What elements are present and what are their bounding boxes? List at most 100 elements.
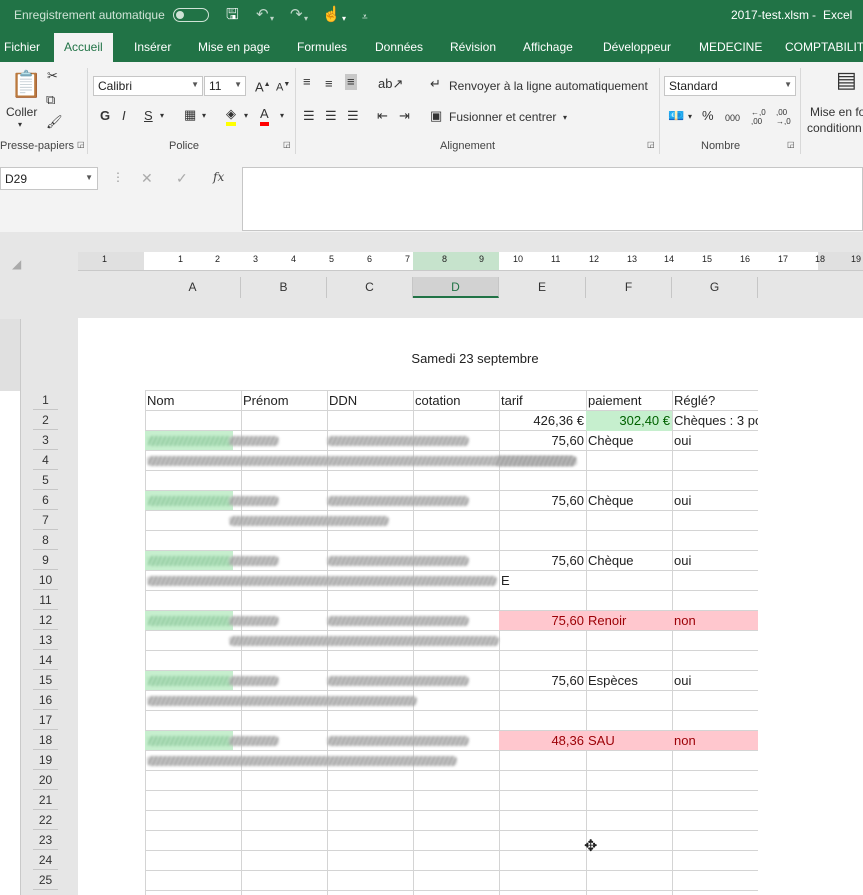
row-header[interactable]: 24 — [33, 850, 58, 870]
tarif-cell[interactable]: 75,60 — [499, 611, 586, 631]
tarif-cell[interactable]: 75,60 — [499, 491, 586, 511]
increase-indent-icon[interactable]: ⇥ — [399, 108, 410, 124]
cut-icon[interactable]: ✂ — [47, 68, 58, 84]
header-cell[interactable]: Prénom — [241, 391, 327, 411]
shrink-font-icon[interactable]: A▼ — [276, 77, 290, 96]
tab-revision[interactable]: Révision — [450, 40, 496, 54]
column-header-g[interactable]: G — [672, 277, 758, 298]
wrap-text-icon[interactable]: ↵ — [430, 76, 441, 92]
cancel-formula-button[interactable]: ✕ — [141, 170, 153, 187]
touch-mode-icon[interactable]: ☝ — [322, 6, 341, 23]
row-header[interactable]: 23 — [33, 830, 58, 850]
thousands-button[interactable]: 000 — [725, 110, 740, 126]
row-header[interactable]: 10 — [33, 570, 58, 590]
paste-icon[interactable]: 📋 — [10, 70, 42, 98]
row-header[interactable]: 25 — [33, 870, 58, 890]
row-header[interactable]: 4 — [33, 450, 58, 470]
chevron-down-icon[interactable]: ▼ — [85, 173, 93, 182]
header-cell[interactable]: Réglé? — [672, 391, 758, 411]
row-header[interactable]: 17 — [33, 710, 58, 730]
formula-input[interactable] — [242, 167, 863, 231]
customize-toolbar-icon[interactable]: ⩡ — [362, 9, 368, 26]
font-color-icon[interactable]: A — [260, 106, 269, 126]
row-header[interactable]: 12 — [33, 610, 58, 630]
row-header[interactable]: 8 — [33, 530, 58, 550]
row-header[interactable]: 15 — [33, 670, 58, 690]
tab-mise-en-page[interactable]: Mise en page — [198, 40, 270, 54]
header-cell[interactable]: tarif — [499, 391, 586, 411]
header-cell[interactable]: Nom — [145, 391, 241, 411]
row-header[interactable]: 6 — [33, 490, 58, 510]
paiement-cell[interactable]: Renoir — [586, 611, 672, 631]
row-header[interactable]: 3 — [33, 430, 58, 450]
conditional-format-icon[interactable]: ▤ — [836, 68, 857, 92]
row-header[interactable]: 1 — [33, 390, 58, 410]
regle-cell[interactable]: oui — [672, 551, 758, 571]
tarif-cell[interactable]: 75,60 — [499, 671, 586, 691]
conditional-format-line1[interactable]: Mise en fo — [810, 105, 863, 119]
number-launcher-icon[interactable]: ◲ — [787, 140, 795, 149]
touch-dropdown-icon[interactable]: ▾ — [342, 10, 346, 27]
number-format-combo[interactable]: Standard ▼ — [664, 76, 796, 96]
align-middle-icon[interactable]: ≡ — [325, 76, 333, 92]
merge-center-button[interactable]: Fusionner et centrer — [449, 110, 556, 124]
tab-medecine[interactable]: MEDECINE — [699, 40, 762, 54]
column-header-f[interactable]: F — [586, 277, 672, 298]
enter-formula-button[interactable]: ✓ — [176, 170, 188, 187]
borders-dropdown-icon[interactable]: ▾ — [202, 108, 206, 124]
font-launcher-icon[interactable]: ◲ — [283, 140, 291, 149]
column-header-e[interactable]: E — [499, 277, 586, 298]
decrease-decimal-button[interactable]: ,00 →,0 — [776, 108, 796, 126]
underline-button[interactable]: S — [144, 108, 153, 124]
undo-icon[interactable]: ↶ — [256, 6, 269, 23]
regle-cell[interactable]: oui — [672, 671, 758, 691]
paiement-cell[interactable]: Chèque — [586, 491, 672, 511]
spreadsheet-grid[interactable]: Nom Prénom DDN cotation tarif paiement Réglé? 4… — [145, 390, 758, 895]
italic-button[interactable]: I — [122, 108, 126, 124]
regle-cell[interactable]: oui — [672, 431, 758, 451]
row10-overflow-cell[interactable]: E — [499, 571, 586, 591]
row-header[interactable]: 13 — [33, 630, 58, 650]
align-top-icon[interactable]: ≡ — [303, 74, 311, 90]
column-header-b[interactable]: B — [241, 277, 327, 298]
save-icon[interactable]: 🖫 — [226, 6, 239, 23]
regle-cell[interactable]: non — [672, 731, 758, 751]
percent-button[interactable]: % — [702, 108, 714, 124]
redo-dropdown-icon[interactable]: ▾ — [304, 10, 308, 27]
paiement-cell[interactable]: SAU — [586, 731, 672, 751]
total-paiement-cell[interactable]: 302,40 € — [586, 411, 672, 431]
select-all-icon[interactable]: ◢ — [12, 257, 21, 271]
row-header[interactable]: 5 — [33, 470, 58, 490]
row-header[interactable]: 16 — [33, 690, 58, 710]
header-cell[interactable]: cotation — [413, 391, 499, 411]
tarif-cell[interactable]: 75,60 — [499, 551, 586, 571]
paste-label[interactable]: Coller — [6, 105, 37, 119]
font-color-dropdown-icon[interactable]: ▾ — [280, 108, 284, 124]
insert-function-button[interactable]: fx — [213, 170, 224, 184]
tab-fichier[interactable]: Fichier — [4, 40, 40, 54]
name-box[interactable]: D29 ▼ — [0, 167, 98, 190]
paste-dropdown-icon[interactable]: ▾ — [18, 120, 22, 129]
orientation-icon[interactable]: ab↗ — [378, 76, 403, 92]
column-header-a[interactable]: A — [145, 277, 241, 298]
conditional-format-line2[interactable]: conditionn — [807, 121, 862, 135]
tarif-cell[interactable]: 48,36 — [499, 731, 586, 751]
row-header[interactable]: 19 — [33, 750, 58, 770]
tab-donnees[interactable]: Données — [375, 40, 423, 54]
fill-color-icon[interactable]: ◈ — [226, 106, 236, 126]
row-header[interactable]: 22 — [33, 810, 58, 830]
wrap-text-button[interactable]: Renvoyer à la ligne automatiquement — [449, 79, 648, 93]
row-header[interactable]: 9 — [33, 550, 58, 570]
font-name-combo[interactable]: Calibri ▼ — [93, 76, 203, 96]
tarif-cell[interactable]: 75,60 — [499, 431, 586, 451]
header-cell[interactable]: paiement — [586, 391, 672, 411]
row-header[interactable]: 18 — [33, 730, 58, 750]
paiement-cell[interactable]: Espèces — [586, 671, 672, 691]
column-header-c[interactable]: C — [327, 277, 413, 298]
paiement-cell[interactable]: Chèque — [586, 431, 672, 451]
merge-icon[interactable]: ▣ — [430, 108, 442, 124]
row-header[interactable]: 7 — [33, 510, 58, 530]
header-cell[interactable]: DDN — [327, 391, 413, 411]
undo-dropdown-icon[interactable]: ▾ — [270, 10, 274, 27]
accounting-dropdown-icon[interactable]: ▾ — [688, 109, 692, 125]
